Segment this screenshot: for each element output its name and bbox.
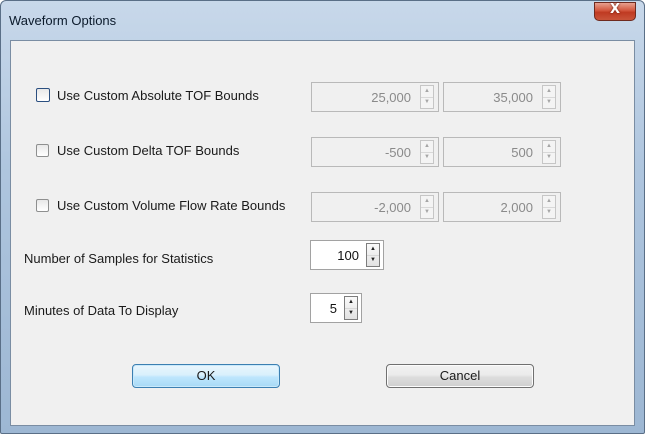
minutes-down-arrow-icon[interactable]: ▼: [345, 308, 357, 319]
absolute-tof-min-value: 25,000: [371, 90, 411, 105]
volume-flow-rate-max-value: 2,000: [500, 200, 533, 215]
volume-flow-rate-min-value: -2,000: [374, 200, 411, 215]
absolute-tof-max-spinner: 35,000 ▲ ▼: [443, 82, 561, 112]
arrow-down-icon: ▼: [546, 154, 552, 160]
delta-tof-max-spinner: 500 ▲ ▼: [443, 137, 561, 167]
cancel-button[interactable]: Cancel: [386, 364, 534, 388]
volume-flow-rate-max-arrows: ▲ ▼: [542, 195, 556, 219]
samples-label: Number of Samples for Statistics: [24, 251, 214, 266]
delta-tof-min-spinner: -500 ▲ ▼: [311, 137, 439, 167]
samples-arrows[interactable]: ▲ ▼: [366, 243, 380, 267]
dialog-window: Waveform Options X Use Custom Absolute T…: [0, 0, 645, 434]
arrow-down-icon: ▼: [546, 99, 552, 105]
delta-tof-checkbox[interactable]: [36, 144, 49, 157]
samples-down-arrow-icon[interactable]: ▼: [367, 255, 379, 266]
close-icon: X: [609, 2, 621, 17]
volume-flow-rate-min-spinner: -2,000 ▲ ▼: [311, 192, 439, 222]
absolute-tof-max-value: 35,000: [493, 90, 533, 105]
arrow-down-icon: ▼: [424, 154, 430, 160]
close-button[interactable]: X: [594, 2, 636, 21]
minutes-spinner[interactable]: 5 ▲ ▼: [310, 293, 362, 323]
arrow-down-icon: ▼: [546, 209, 552, 215]
minutes-label: Minutes of Data To Display: [24, 303, 179, 318]
samples-value[interactable]: 100: [337, 248, 359, 263]
minutes-arrows[interactable]: ▲ ▼: [344, 296, 358, 320]
volume-flow-rate-checkbox[interactable]: [36, 199, 49, 212]
delta-tof-min-arrows: ▲ ▼: [420, 140, 434, 164]
absolute-tof-checkbox[interactable]: [36, 88, 50, 102]
absolute-tof-label[interactable]: Use Custom Absolute TOF Bounds: [57, 88, 259, 103]
absolute-tof-min-spinner: 25,000 ▲ ▼: [311, 82, 439, 112]
window-bottom-frame: [1, 425, 644, 433]
absolute-tof-max-arrows: ▲ ▼: [542, 85, 556, 109]
window-title: Waveform Options: [9, 13, 117, 28]
delta-tof-label[interactable]: Use Custom Delta TOF Bounds: [57, 143, 239, 158]
title-bar[interactable]: Waveform Options X: [1, 1, 644, 39]
arrow-down-icon: ▼: [424, 99, 430, 105]
arrow-down-icon: ▼: [424, 209, 430, 215]
minutes-value[interactable]: 5: [330, 301, 337, 316]
volume-flow-rate-min-arrows: ▲ ▼: [420, 195, 434, 219]
ok-button[interactable]: OK: [132, 364, 280, 388]
delta-tof-min-value: -500: [384, 145, 411, 160]
samples-spinner[interactable]: 100 ▲ ▼: [310, 240, 384, 270]
volume-flow-rate-max-spinner: 2,000 ▲ ▼: [443, 192, 561, 222]
volume-flow-rate-label[interactable]: Use Custom Volume Flow Rate Bounds: [57, 198, 285, 213]
delta-tof-max-value: 500: [511, 145, 533, 160]
absolute-tof-min-arrows: ▲ ▼: [420, 85, 434, 109]
dialog-content: Use Custom Absolute TOF Bounds 25,000 ▲ …: [10, 40, 635, 426]
delta-tof-max-arrows: ▲ ▼: [542, 140, 556, 164]
